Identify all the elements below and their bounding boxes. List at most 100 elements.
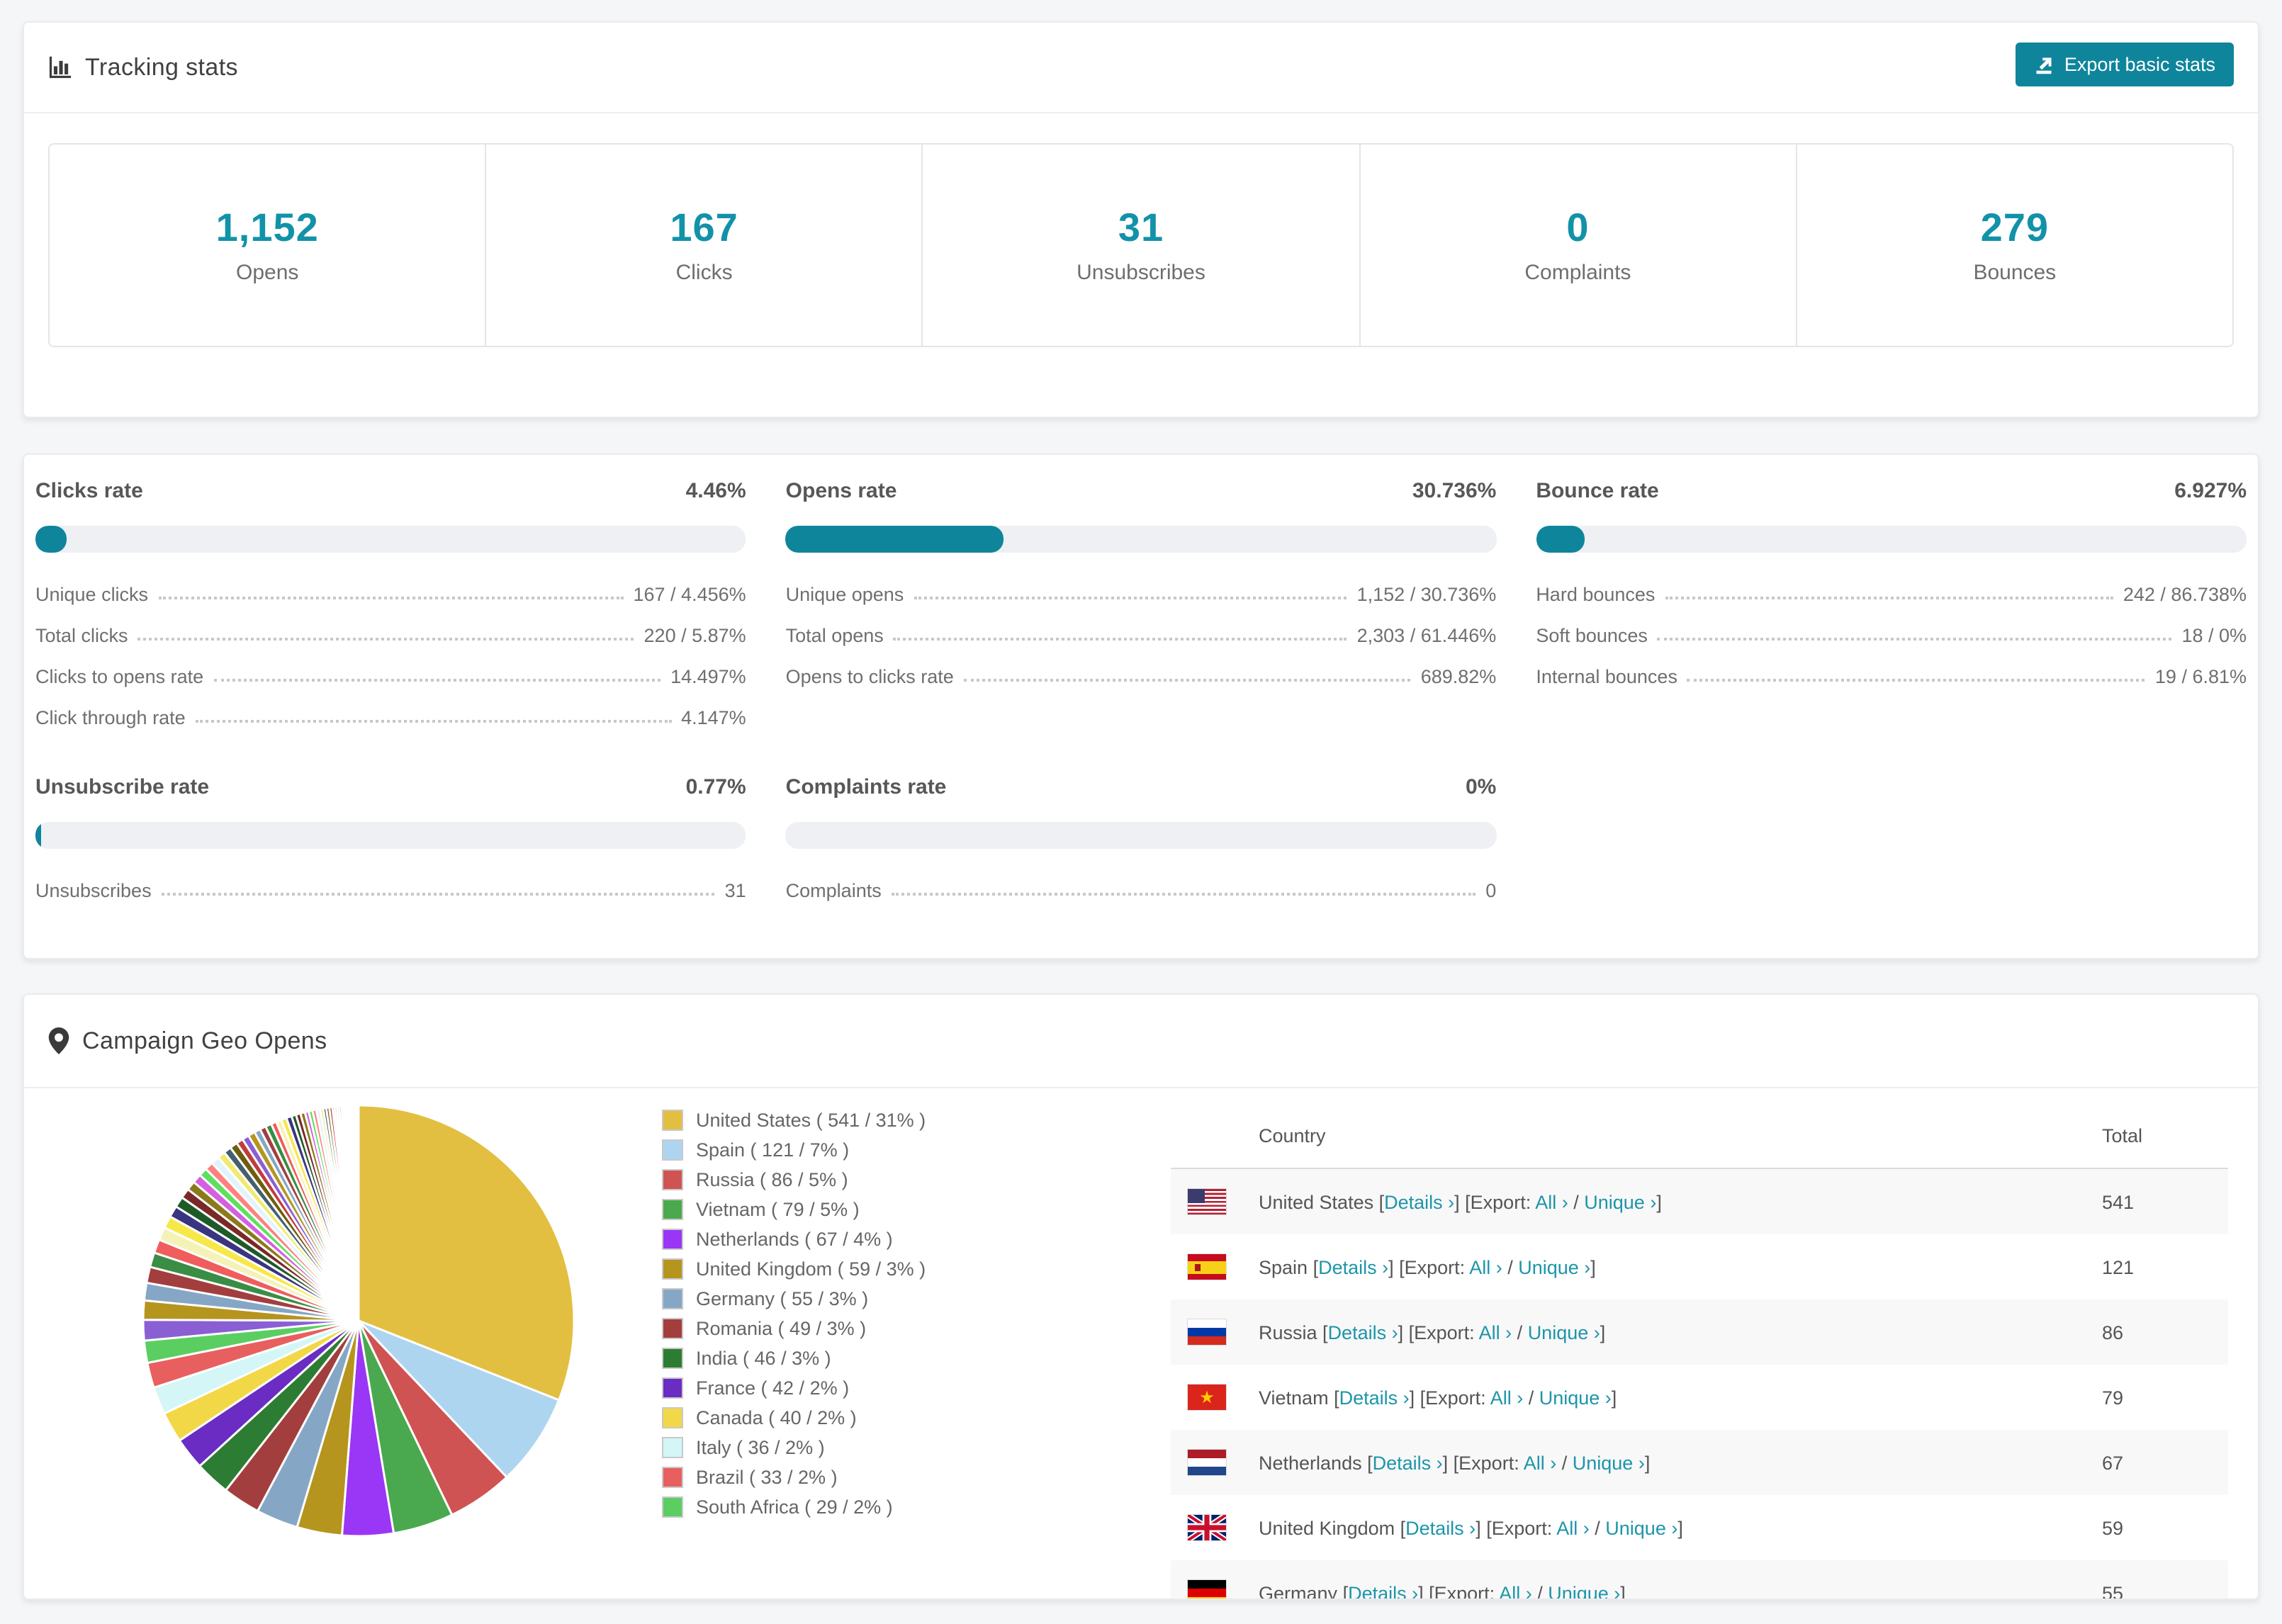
dashboard: Tracking stats Export basic stats 1,152 O… — [0, 0, 2282, 1624]
details-link[interactable]: Details › — [1318, 1256, 1388, 1278]
export-button-label: Export basic stats — [2064, 54, 2215, 75]
export-all-link[interactable]: All › — [1469, 1256, 1502, 1278]
dotted-leader — [1657, 638, 2172, 641]
rate-detail-row: Soft bounces 18 / 0% — [1536, 611, 2247, 652]
geo-row-total-cell: 55 — [2102, 1582, 2124, 1600]
rate-detail-value: 689.82% — [1420, 666, 1497, 687]
rate-detail-rows: Complaints 0 — [786, 866, 1497, 907]
rate-progress-fill — [35, 822, 41, 849]
rate-title: Bounce rate — [1536, 478, 1659, 502]
rate-section-clicks-rate: Clicks rate 4.46% Unique clicks 167 / 4.456… — [35, 475, 746, 734]
rate-detail-label: Internal bounces — [1536, 666, 1677, 687]
stat-value: 279 — [1980, 205, 2050, 249]
export-unique-link[interactable]: Unique › — [1518, 1256, 1590, 1278]
dotted-leader — [158, 597, 624, 599]
legend-item: Brazil ( 33 / 2% ) — [662, 1462, 926, 1492]
geo-row-flag-cell — [1188, 1580, 1259, 1598]
flag-spain — [1188, 1254, 1226, 1280]
legend-swatch — [662, 1377, 683, 1399]
details-link[interactable]: Details › — [1348, 1582, 1418, 1598]
rate-detail-value: 1,152 / 30.736% — [1356, 584, 1497, 605]
rate-detail-value: 167 / 4.456% — [633, 584, 746, 605]
rate-detail-label: Clicks to opens rate — [35, 666, 204, 687]
geo-row-total-cell: 59 — [2102, 1517, 2124, 1538]
stat-label: Complaints — [1524, 261, 1631, 285]
country-name: Spain — [1259, 1256, 1313, 1278]
export-icon — [2035, 55, 2055, 74]
geo-header-total: Total — [2102, 1125, 2143, 1146]
legend-item: Italy ( 36 / 2% ) — [662, 1433, 926, 1462]
rate-detail-value: 242 / 86.738% — [2123, 584, 2247, 605]
legend-label: Romania ( 49 / 3% ) — [696, 1318, 867, 1339]
country-name: Russia — [1259, 1321, 1323, 1343]
rate-progress-bar — [35, 822, 746, 849]
legend-swatch — [662, 1229, 683, 1250]
stat-box-complaints: 0 Complaints — [1359, 145, 1795, 346]
rate-detail-value: 14.497% — [670, 666, 746, 687]
export-unique-link[interactable]: Unique › — [1539, 1387, 1612, 1408]
details-link[interactable]: Details › — [1384, 1191, 1454, 1212]
export-unique-link[interactable]: Unique › — [1605, 1517, 1677, 1538]
map-pin-icon — [48, 1027, 69, 1054]
pie-legend: United States ( 541 / 31% ) Spain ( 121 /… — [662, 1105, 926, 1522]
legend-label: Germany ( 55 / 3% ) — [696, 1288, 869, 1309]
export-all-link[interactable]: All › — [1524, 1452, 1557, 1473]
geo-table-row: United States [Details ›] [Export: All ›… — [1171, 1169, 2228, 1234]
rate-detail-label: Unique clicks — [35, 584, 149, 605]
stat-box-unsubscribes: 31 Unsubscribes — [921, 145, 1359, 346]
export-unique-link[interactable]: Unique › — [1584, 1191, 1656, 1212]
export-all-link[interactable]: All › — [1535, 1191, 1568, 1212]
geo-card-title: Campaign Geo Opens — [82, 1027, 327, 1054]
export-all-link[interactable]: All › — [1556, 1517, 1590, 1538]
details-link[interactable]: Details › — [1405, 1517, 1476, 1538]
export-unique-link[interactable]: Unique › — [1548, 1582, 1620, 1598]
details-link[interactable]: Details › — [1339, 1387, 1410, 1408]
geo-row-flag-cell: ★ — [1188, 1385, 1259, 1410]
export-unique-link[interactable]: Unique › — [1528, 1321, 1600, 1343]
details-link[interactable]: Details › — [1328, 1321, 1398, 1343]
rate-header: Opens rate 30.736% — [786, 475, 1497, 506]
dotted-leader — [893, 638, 1347, 641]
geo-row-country-cell: Spain [Details ›] [Export: All › / Uniqu… — [1259, 1256, 1596, 1278]
stat-label: Unsubscribes — [1077, 261, 1205, 285]
rate-progress-fill — [35, 526, 67, 553]
geo-row-flag-cell — [1188, 1515, 1259, 1540]
rate-detail-value: 19 / 6.81% — [2154, 666, 2247, 687]
stat-value: 167 — [670, 205, 738, 249]
export-all-link[interactable]: All › — [1479, 1321, 1512, 1343]
rate-value: 6.927% — [2174, 478, 2247, 502]
rate-detail-label: Total clicks — [35, 625, 128, 646]
stat-value: 1,152 — [215, 205, 319, 249]
dotted-leader — [1687, 679, 2145, 682]
tracking-stats-card: Tracking stats Export basic stats 1,152 O… — [23, 21, 2259, 418]
export-basic-stats-button[interactable]: Export basic stats — [2016, 43, 2234, 86]
dotted-leader — [891, 893, 1476, 896]
bar-chart-icon — [48, 55, 72, 79]
stat-box-bounces: 279 Bounces — [1795, 145, 2232, 346]
export-all-link[interactable]: All › — [1499, 1582, 1532, 1598]
flag-netherlands — [1188, 1450, 1226, 1475]
rate-detail-label: Total opens — [785, 625, 884, 646]
dotted-leader — [137, 638, 634, 641]
flag-russia — [1188, 1319, 1226, 1345]
legend-item: United Kingdom ( 59 / 3% ) — [662, 1254, 926, 1284]
dotted-leader — [195, 720, 672, 723]
legend-item: Vietnam ( 79 / 5% ) — [662, 1195, 926, 1224]
geo-row-country-cell: Russia [Details ›] [Export: All › / Uniq… — [1259, 1321, 1606, 1343]
country-name: United States — [1259, 1191, 1379, 1212]
rate-title: Opens rate — [785, 478, 897, 502]
legend-swatch — [662, 1258, 683, 1280]
flag-germany — [1188, 1580, 1226, 1598]
details-link[interactable]: Details › — [1373, 1452, 1443, 1473]
geo-row-total-cell: 79 — [2102, 1387, 2124, 1408]
geo-table-row: ★ Vietnam [Details ›] [Export: All › / Un… — [1171, 1365, 2228, 1430]
legend-swatch — [662, 1110, 683, 1131]
legend-item: Spain ( 121 / 7% ) — [662, 1135, 926, 1165]
stat-box-opens: 1,152 Opens — [50, 145, 485, 346]
export-all-link[interactable]: All › — [1490, 1387, 1524, 1408]
legend-item: India ( 46 / 3% ) — [662, 1343, 926, 1373]
export-unique-link[interactable]: Unique › — [1573, 1452, 1645, 1473]
rate-header: Bounce rate 6.927% — [1536, 475, 2247, 506]
legend-label: Netherlands ( 67 / 4% ) — [696, 1229, 893, 1250]
legend-swatch — [662, 1496, 683, 1518]
